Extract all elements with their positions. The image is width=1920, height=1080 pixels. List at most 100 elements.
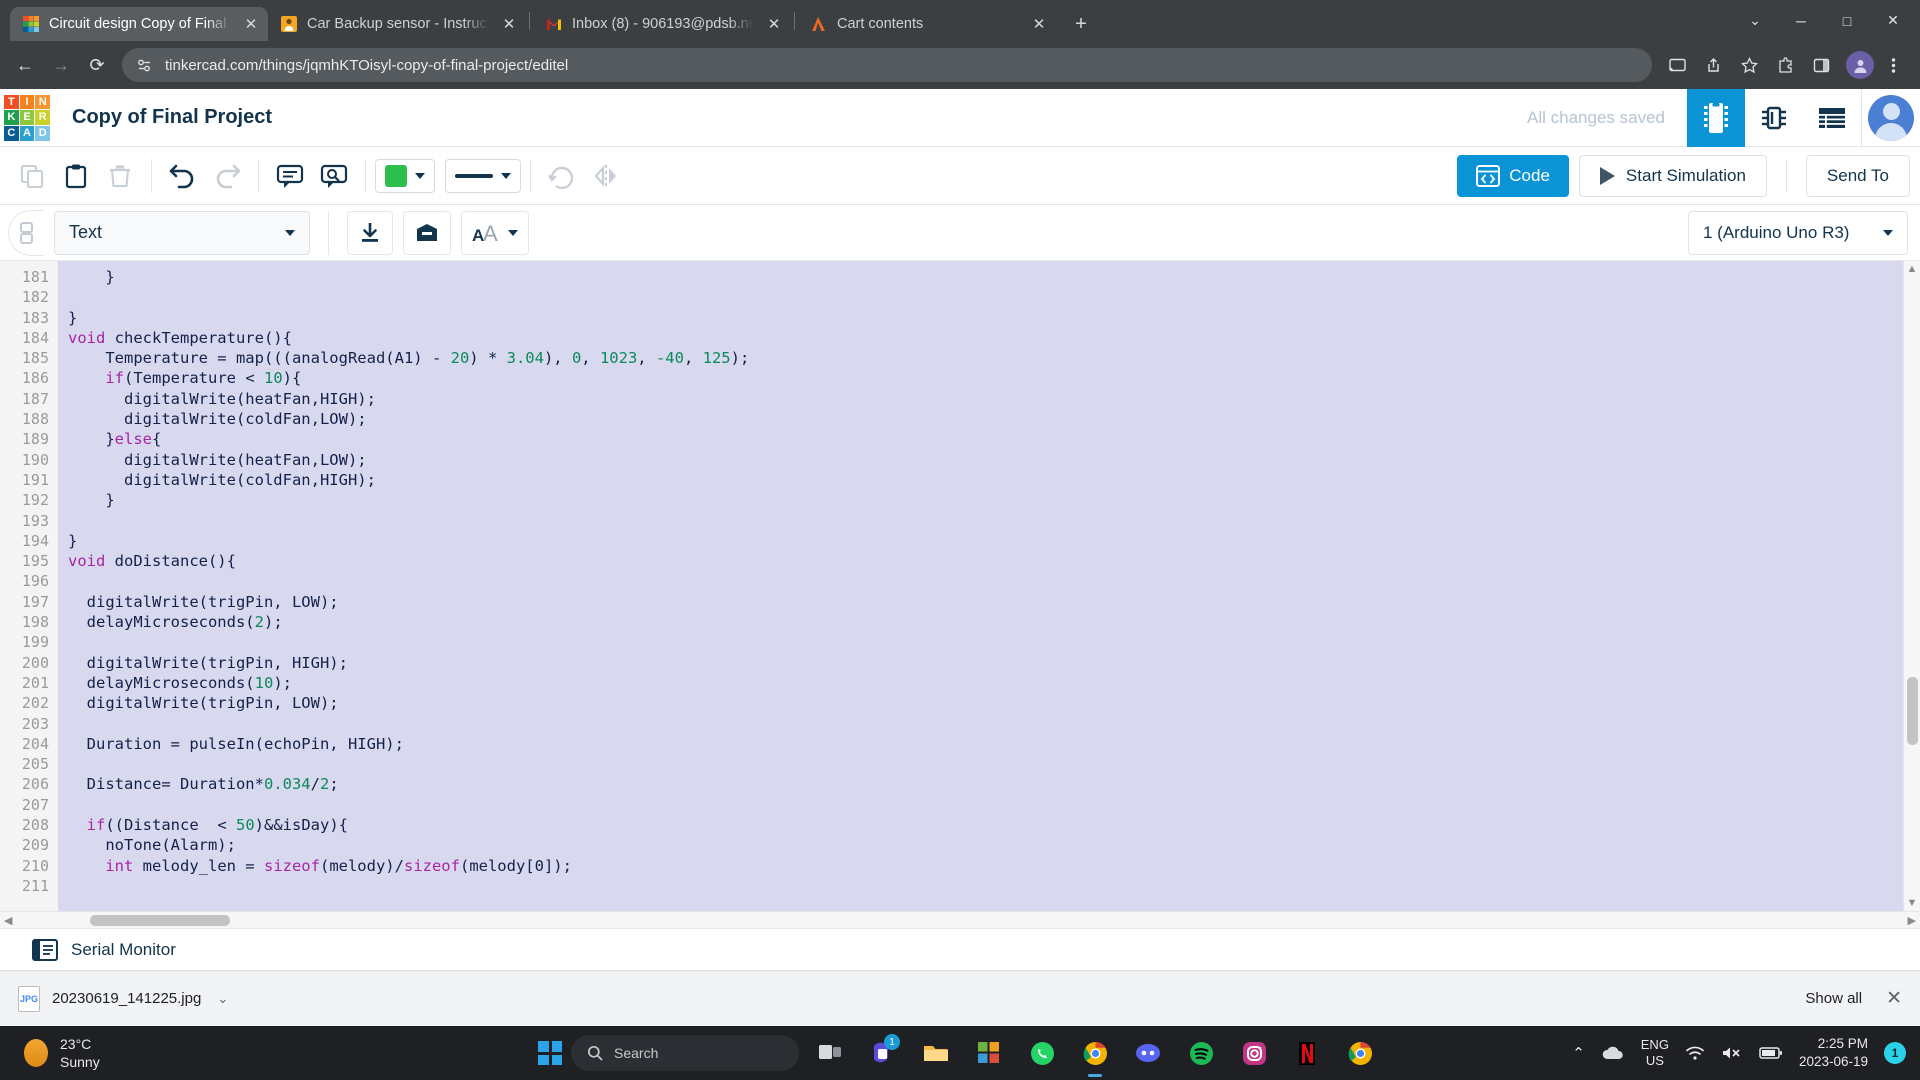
chevron-up-icon[interactable]: ⌄ <box>217 991 228 1007</box>
tab-close-button[interactable]: ✕ <box>763 13 785 35</box>
minimize-button[interactable]: ─ <box>1778 1 1824 41</box>
delete-icon[interactable] <box>98 154 142 198</box>
library-icon[interactable] <box>403 210 451 255</box>
netflix-icon[interactable] <box>1285 1026 1329 1080</box>
scroll-down-arrow[interactable]: ▼ <box>1907 897 1918 909</box>
extensions-icon[interactable] <box>1768 48 1802 82</box>
browser-tab-title: Circuit design Copy of Final Pro <box>49 16 231 32</box>
site-settings-icon[interactable] <box>136 57 153 74</box>
notification-badge[interactable]: 1 <box>1884 1042 1906 1064</box>
tab-close-button[interactable]: ✕ <box>1028 13 1050 35</box>
profile-avatar[interactable] <box>1846 51 1874 79</box>
language-indicator[interactable]: ENG US <box>1641 1037 1669 1069</box>
instagram-icon[interactable] <box>1232 1026 1276 1080</box>
volume-muted-icon[interactable] <box>1721 1045 1743 1061</box>
scroll-left-arrow[interactable]: ◀ <box>4 914 12 927</box>
board-select-dropdown[interactable]: 1 (Arduino Uno R3) <box>1688 210 1908 255</box>
chrome-menu-icon[interactable] <box>1876 48 1910 82</box>
show-all-downloads-button[interactable]: Show all <box>1805 990 1862 1007</box>
horizontal-scroll-thumb[interactable] <box>90 915 230 926</box>
search-icon <box>587 1045 603 1061</box>
bookmark-star-icon[interactable] <box>1732 48 1766 82</box>
spotify-icon[interactable] <box>1179 1026 1223 1080</box>
annotation-icon[interactable] <box>312 154 356 198</box>
component-list-icon[interactable] <box>1803 89 1861 147</box>
maximize-button[interactable]: □ <box>1824 1 1870 41</box>
teams-icon[interactable]: 1 <box>861 1026 905 1080</box>
wire-style-button[interactable] <box>445 158 521 193</box>
editor-horizontal-scrollbar[interactable]: ◀ ▶ <box>0 911 1920 928</box>
download-item[interactable]: JPG 20230619_141225.jpg ⌄ <box>18 985 228 1012</box>
chevron-down-icon <box>508 229 518 236</box>
logo-tile-c: C <box>4 125 19 141</box>
editor-vertical-scrollbar[interactable]: ▲ ▼ <box>1903 261 1920 911</box>
redo-icon[interactable] <box>205 154 249 198</box>
scroll-right-arrow[interactable]: ▶ <box>1908 914 1916 927</box>
forward-button[interactable]: → <box>44 48 78 82</box>
chrome-icon[interactable] <box>1073 1026 1117 1080</box>
paste-icon[interactable] <box>54 154 98 198</box>
logo-tile-e: E <box>19 110 35 125</box>
address-bar[interactable]: tinkercad.com/things/jqmhKTOisyl-copy-of… <box>122 48 1652 82</box>
download-filename: 20230619_141225.jpg <box>52 990 202 1007</box>
play-icon <box>1599 166 1615 185</box>
code-editor[interactable]: 181 182 183 184 185 186 187 188 189 190 191 192 193 1… <box>0 261 1903 911</box>
tab-close-button[interactable]: ✕ <box>498 13 520 35</box>
close-window-button[interactable]: ✕ <box>1870 1 1916 41</box>
back-button[interactable]: ← <box>8 48 42 82</box>
battery-icon[interactable] <box>1759 1046 1783 1060</box>
code-text-area[interactable]: } } void checkTemperature(){ Temperature … <box>58 261 1903 911</box>
clock[interactable]: 2:25 PM 2023-06-19 <box>1799 1035 1868 1071</box>
weather-widget[interactable]: 23°C Sunny <box>0 1035 100 1071</box>
note-icon[interactable] <box>268 154 312 198</box>
discord-icon[interactable] <box>1126 1026 1170 1080</box>
undo-icon[interactable] <box>161 154 205 198</box>
rotate-icon[interactable] <box>540 154 584 198</box>
tab-close-button[interactable]: ✕ <box>240 13 262 35</box>
active-indicator <box>1088 1074 1102 1077</box>
copy-icon[interactable] <box>10 154 54 198</box>
chrome-window-icon[interactable] <box>1338 1026 1382 1080</box>
new-tab-button[interactable]: + <box>1066 9 1096 39</box>
task-view-icon[interactable] <box>808 1026 852 1080</box>
browser-tab-1[interactable]: Car Backup sensor - Instructable ✕ <box>268 7 526 41</box>
close-shelf-button[interactable]: ✕ <box>1886 987 1902 1010</box>
reload-button[interactable]: ⟳ <box>80 48 114 82</box>
browser-tab-3[interactable]: Cart contents ✕ <box>798 7 1056 41</box>
avatar[interactable] <box>1862 89 1920 147</box>
tray-expand-chevron[interactable]: ⌃ <box>1572 1044 1585 1062</box>
color-picker-button[interactable] <box>375 158 435 193</box>
microsoft-store-icon[interactable] <box>967 1026 1011 1080</box>
code-toolbar: Text AA 1 (Arduino Uno R3) <box>0 205 1920 261</box>
blocks-panel-toggle[interactable] <box>8 209 44 256</box>
search-input[interactable]: Search <box>571 1035 799 1071</box>
whatsapp-icon[interactable] <box>1020 1026 1064 1080</box>
side-panel-icon[interactable] <box>1804 48 1838 82</box>
download-icon[interactable] <box>347 210 393 255</box>
tinkercad-logo-icon[interactable]: T I N K E R C A D <box>4 94 50 141</box>
language-line1: ENG <box>1640 1037 1669 1052</box>
cast-icon[interactable] <box>1660 48 1694 82</box>
mirror-icon[interactable] <box>584 154 628 198</box>
file-explorer-icon[interactable] <box>914 1026 958 1080</box>
editor-mode-dropdown[interactable]: Text <box>54 210 310 255</box>
wifi-icon[interactable] <box>1685 1045 1705 1061</box>
components-icon[interactable] <box>1745 89 1803 147</box>
tab-search-icon[interactable]: ⌄ <box>1732 1 1778 41</box>
browser-tab-2[interactable]: Inbox (8) - 906193@pdsb.net - ✕ <box>533 7 791 41</box>
browser-tab-0[interactable]: Circuit design Copy of Final Pro ✕ <box>10 7 268 41</box>
onedrive-icon[interactable] <box>1601 1045 1625 1061</box>
start-simulation-button[interactable]: Start Simulation <box>1578 154 1767 197</box>
share-icon[interactable] <box>1696 48 1730 82</box>
vertical-scroll-thumb[interactable] <box>1907 677 1918 745</box>
send-to-button[interactable]: Send To <box>1805 154 1910 197</box>
font-size-icon[interactable]: AA <box>461 210 529 255</box>
circuit-chip-view-icon[interactable] <box>1687 88 1745 147</box>
start-button[interactable] <box>538 1041 562 1065</box>
serial-monitor-bar[interactable]: Serial Monitor <box>0 928 1920 970</box>
code-line: delayMicroseconds(2); <box>68 613 283 632</box>
code-button[interactable]: Code <box>1457 154 1569 197</box>
scroll-up-arrow[interactable]: ▲ <box>1907 263 1918 275</box>
